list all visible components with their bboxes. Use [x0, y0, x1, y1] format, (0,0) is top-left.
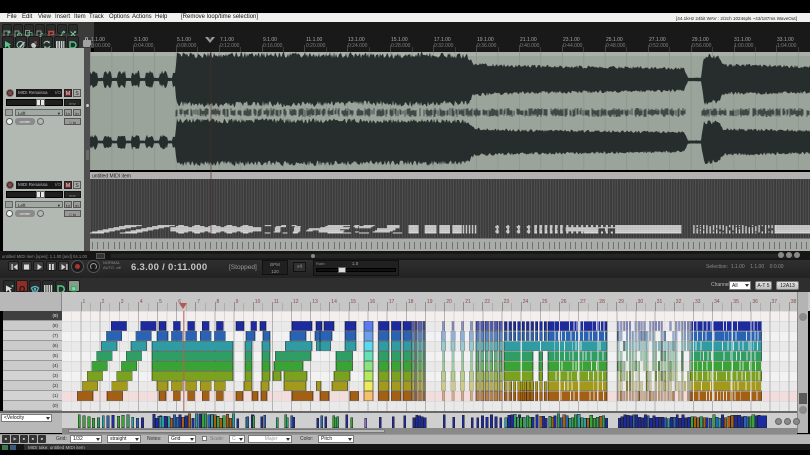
- svg-text:untitled MIDI item: untitled MIDI item: [92, 174, 131, 180]
